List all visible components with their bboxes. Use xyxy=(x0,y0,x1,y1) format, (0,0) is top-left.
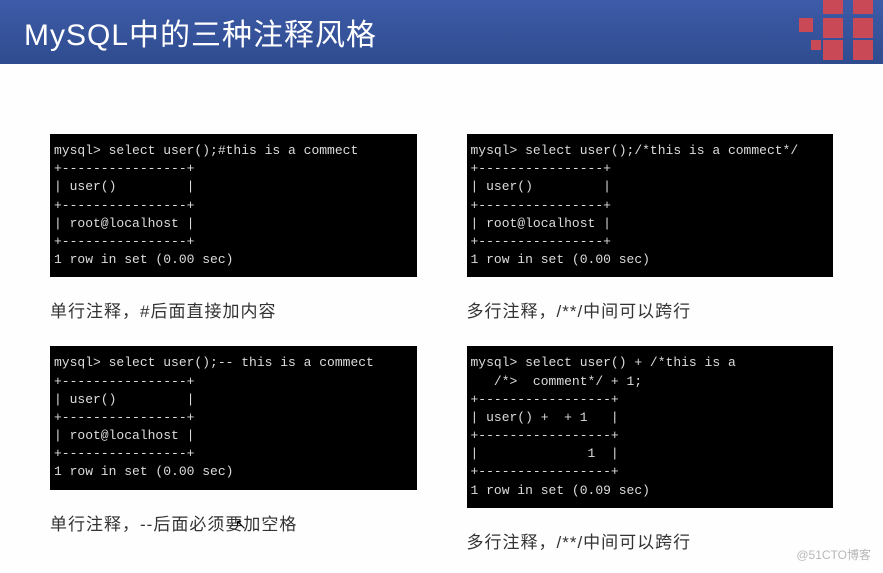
cursor-icon: ↖ xyxy=(235,516,247,533)
example-block-multiline-span: mysql> select user() + /*this is a /*> c… xyxy=(467,346,834,553)
slide-header: MySQL中的三种注释风格 xyxy=(0,0,883,64)
example-caption: 单行注释，#后面直接加内容 xyxy=(50,297,417,322)
example-caption: 多行注释，/**/中间可以跨行 xyxy=(467,528,834,553)
watermark-text: @51CTO博客 xyxy=(796,546,871,563)
example-block-multiline-comment: mysql> select user();/*this is a commect… xyxy=(467,134,834,322)
header-decoration xyxy=(683,0,883,64)
slide-title: MySQL中的三种注释风格 xyxy=(24,10,377,54)
terminal-output: mysql> select user() + /*this is a /*> c… xyxy=(467,346,834,508)
terminal-output: mysql> select user();-- this is a commec… xyxy=(50,346,417,489)
terminal-output: mysql> select user();#this is a commect … xyxy=(50,134,417,277)
example-block-hash-comment: mysql> select user();#this is a commect … xyxy=(50,134,417,322)
terminal-output: mysql> select user();/*this is a commect… xyxy=(467,134,834,277)
example-block-dash-comment: mysql> select user();-- this is a commec… xyxy=(50,346,417,553)
example-caption: 多行注释，/**/中间可以跨行 xyxy=(467,297,834,322)
example-caption: 单行注释，--后面必须要加空格 xyxy=(50,510,417,535)
slide-content: mysql> select user();#this is a commect … xyxy=(0,64,883,573)
